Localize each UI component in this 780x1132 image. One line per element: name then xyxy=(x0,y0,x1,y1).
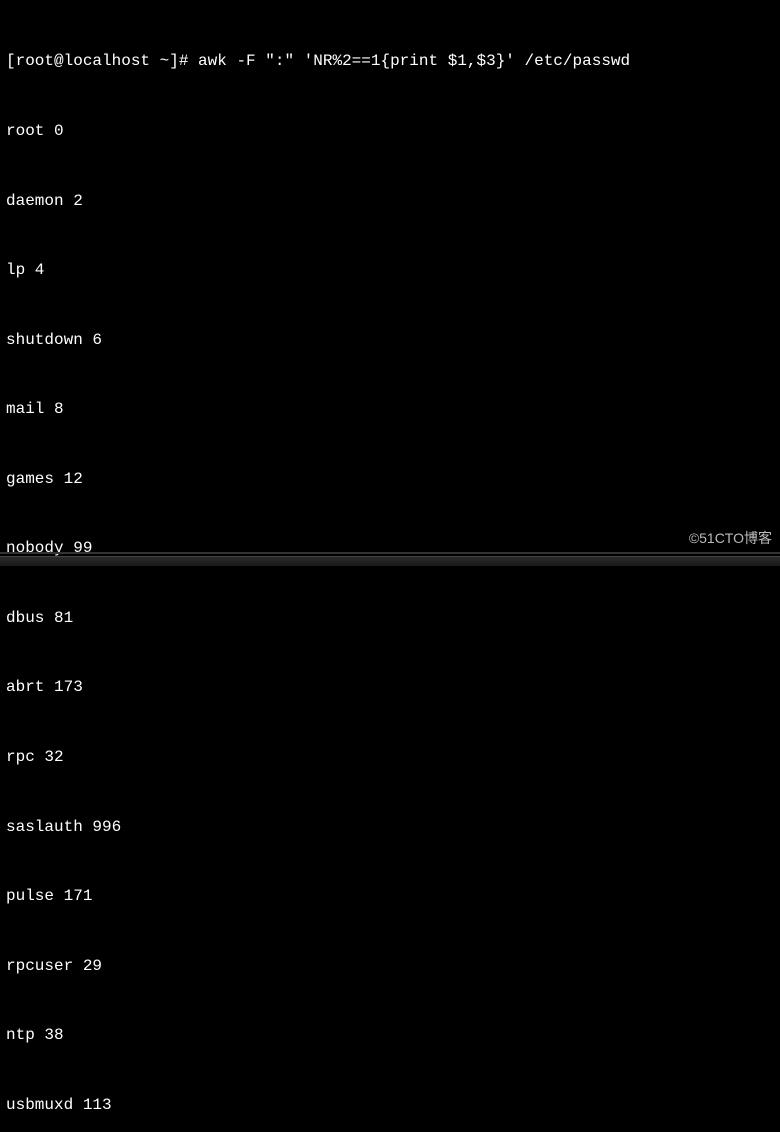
output-line: root 0 xyxy=(6,120,774,143)
output-line: lp 4 xyxy=(6,259,774,282)
output-line: dbus 81 xyxy=(6,607,774,630)
command-text: awk -F ":" 'NR%2==1{print $1,$3}' /etc/p… xyxy=(198,52,630,70)
output-line: ntp 38 xyxy=(6,1024,774,1047)
output-line: pulse 171 xyxy=(6,885,774,908)
prompt-text: [root@localhost ~]# xyxy=(6,52,188,70)
output-line: mail 8 xyxy=(6,398,774,421)
command-line: [root@localhost ~]# awk -F ":" 'NR%2==1{… xyxy=(6,50,774,73)
output-line: games 12 xyxy=(6,468,774,491)
status-bar xyxy=(0,556,780,566)
terminal-window[interactable]: [root@localhost ~]# awk -F ":" 'NR%2==1{… xyxy=(0,0,780,1132)
output-line: usbmuxd 113 xyxy=(6,1094,774,1117)
separator-line xyxy=(0,552,780,554)
output-line: daemon 2 xyxy=(6,190,774,213)
output-line: saslauth 996 xyxy=(6,816,774,839)
output-line: rpc 32 xyxy=(6,746,774,769)
output-line: rpcuser 29 xyxy=(6,955,774,978)
output-line: abrt 173 xyxy=(6,676,774,699)
output-line: shutdown 6 xyxy=(6,329,774,352)
watermark-text: ©51CTO博客 xyxy=(689,528,772,548)
